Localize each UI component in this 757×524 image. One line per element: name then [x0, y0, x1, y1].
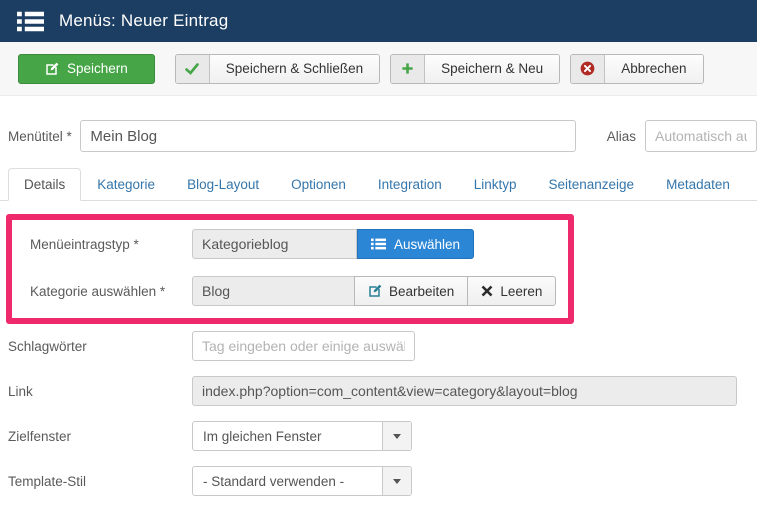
tags-row: Schlagwörter: [0, 331, 757, 361]
menu-item-type-row: Menüeintragstyp * Auswählen: [30, 229, 568, 259]
target-window-value: Im gleichen Fenster: [203, 428, 322, 444]
menu-item-type-input: [192, 229, 357, 259]
chevron-down-icon: [382, 467, 411, 495]
template-style-value: - Standard verwenden -: [203, 473, 345, 489]
save-close-label: Speichern & Schließen: [209, 54, 380, 83]
cancel-icon: [571, 54, 606, 83]
tab-optionen[interactable]: Optionen: [275, 168, 362, 201]
alias-input[interactable]: [645, 120, 757, 152]
target-window-select[interactable]: Im gleichen Fenster: [192, 421, 412, 451]
link-label: Link: [8, 383, 33, 399]
link-input: [192, 376, 737, 406]
check-icon: [175, 54, 210, 83]
select-button-label: Auswählen: [394, 236, 461, 252]
details-pane: Menüeintragstyp * Auswählen: [0, 214, 757, 496]
edit-button-label: Bearbeiten: [389, 283, 455, 299]
edit-category-button[interactable]: Bearbeiten: [354, 276, 469, 306]
save-close-button[interactable]: Speichern & Schließen: [174, 53, 381, 84]
template-style-label: Template-Stil: [8, 473, 87, 489]
target-window-label: Zielfenster: [8, 428, 72, 444]
x-icon: [481, 285, 493, 297]
main-content: Menütitel * Alias Details Kategorie Blog…: [0, 120, 757, 496]
save-pencil-icon: [45, 62, 59, 76]
tab-blog-layout[interactable]: Blog-Layout: [171, 168, 275, 201]
list-icon: [371, 238, 386, 250]
template-style-select[interactable]: - Standard verwenden -: [192, 466, 412, 496]
chevron-down-icon: [382, 422, 411, 450]
cancel-label: Abbrechen: [605, 54, 703, 83]
menu-item-type-label: Menüeintragstyp *: [30, 236, 139, 252]
tab-seitenanzeige[interactable]: Seitenanzeige: [533, 168, 651, 201]
save-button[interactable]: Speichern: [18, 53, 155, 84]
tab-modulzuweisung[interactable]: Modulzuweisung: [746, 168, 757, 201]
cancel-button[interactable]: Abbrechen: [570, 53, 704, 84]
edit-pencil-icon: [368, 284, 382, 298]
select-menu-item-type-button[interactable]: Auswählen: [357, 229, 475, 259]
tab-linktyp[interactable]: Linktyp: [458, 168, 533, 201]
menu-title-input[interactable]: [80, 120, 576, 152]
tab-integration[interactable]: Integration: [362, 168, 458, 201]
save-new-button[interactable]: Speichern & Neu: [390, 53, 561, 84]
tab-details[interactable]: Details: [8, 168, 82, 201]
clear-category-button[interactable]: Leeren: [467, 276, 557, 306]
menu-title-label: Menütitel *: [8, 128, 72, 144]
app-header: Menüs: Neuer Eintrag: [0, 0, 757, 42]
highlight-annotation: Menüeintragstyp * Auswählen: [6, 214, 574, 324]
toolbar: Speichern Speichern & Schließen Speicher…: [0, 42, 757, 96]
category-label: Kategorie auswählen *: [30, 283, 166, 299]
clear-button-label: Leeren: [500, 283, 543, 299]
menu-title-row: Menütitel * Alias: [0, 120, 757, 152]
tab-kategorie[interactable]: Kategorie: [81, 168, 171, 201]
tags-label: Schlagwörter: [8, 338, 87, 354]
save-new-label: Speichern & Neu: [425, 54, 560, 83]
alias-label: Alias: [606, 128, 636, 144]
template-style-row: Template-Stil - Standard verwenden -: [0, 466, 757, 496]
category-input: [192, 276, 355, 306]
link-row: Link: [0, 376, 757, 406]
save-button-label: Speichern: [67, 61, 128, 76]
tab-bar: Details Kategorie Blog-Layout Optionen I…: [0, 168, 757, 201]
tab-metadaten[interactable]: Metadaten: [650, 168, 746, 201]
menus-icon: [17, 11, 44, 32]
target-window-row: Zielfenster Im gleichen Fenster: [0, 421, 757, 451]
page-title: Menüs: Neuer Eintrag: [59, 11, 229, 30]
tags-input[interactable]: [192, 331, 415, 361]
plus-icon: [391, 54, 426, 83]
category-row: Kategorie auswählen * Bearbeiten: [30, 276, 568, 306]
